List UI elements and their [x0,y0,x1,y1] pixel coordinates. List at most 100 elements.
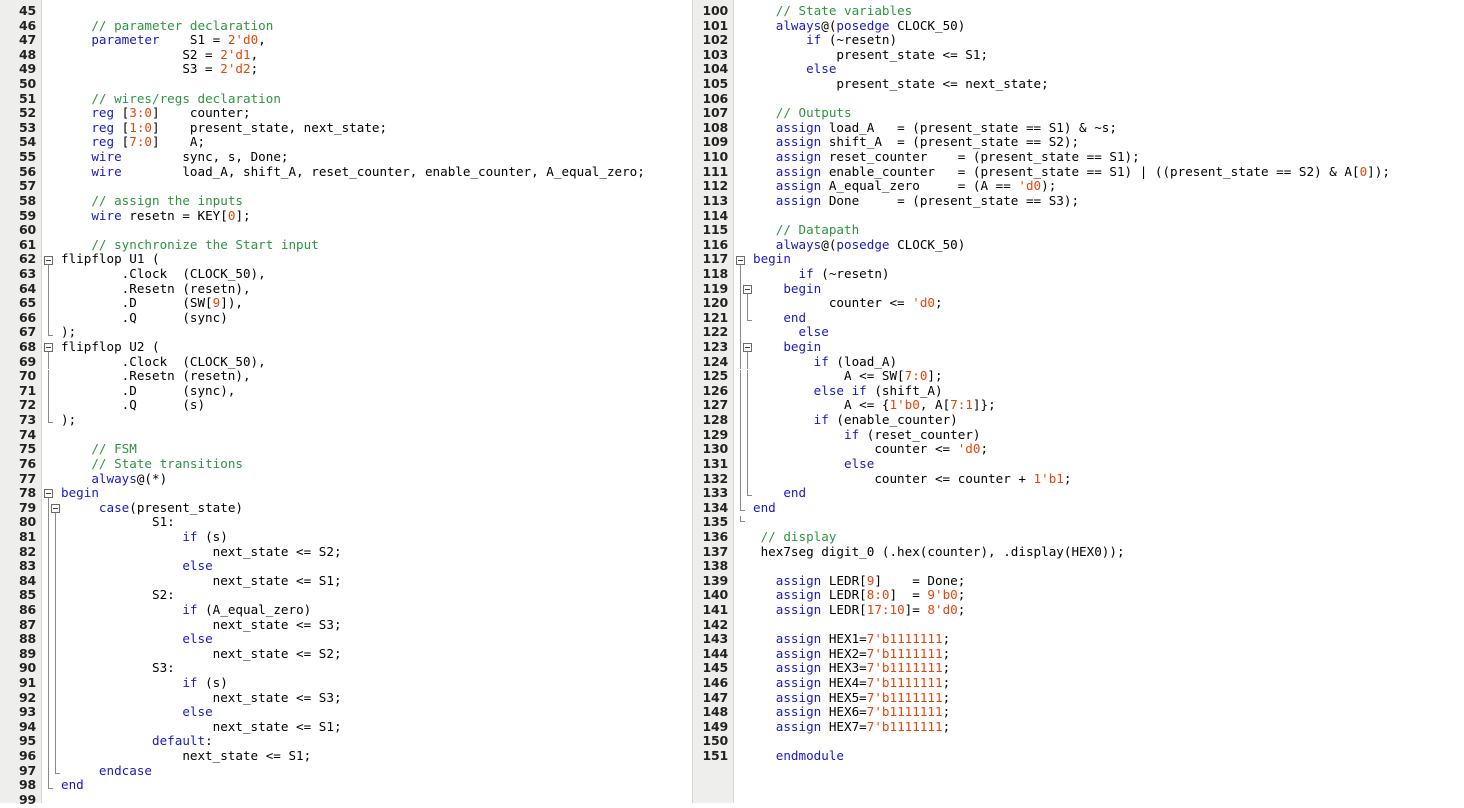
code-line[interactable]: counter <= 'd0; [751,442,1464,457]
code-line[interactable] [751,559,1464,574]
code-line[interactable]: S1: [59,515,692,530]
code-line[interactable]: assign LEDR[8:0] = 9'b0; [751,588,1464,603]
code-line[interactable]: if (A_equal_zero) [59,603,692,618]
code-line[interactable]: if (s) [59,530,692,545]
code-line[interactable]: else [751,325,1464,340]
code-column-right[interactable]: 1001011021031041051061071081091101111121… [692,0,1464,803]
code-line[interactable]: else [59,632,692,647]
fold-margin-left[interactable] [42,0,59,803]
code-line[interactable]: .Clock (CLOCK_50), [59,267,692,282]
code-line[interactable]: next_state <= S1; [59,720,692,735]
code-line[interactable] [751,515,1464,530]
code-line[interactable]: hex7seg digit_0 (.hex(counter), .display… [751,545,1464,560]
fold-margin-right[interactable] [734,0,751,803]
code-line[interactable]: assign load_A = (present_state == S1) & … [751,121,1464,136]
code-line[interactable]: next_state <= S3; [59,691,692,706]
code-line[interactable]: ); [59,413,692,428]
code-line[interactable]: next_state <= S1; [59,749,692,764]
code-line[interactable]: if (~resetn) [751,267,1464,282]
code-line[interactable]: assign enable_counter = (present_state =… [751,165,1464,180]
code-line[interactable]: if (~resetn) [751,33,1464,48]
code-line[interactable]: counter <= counter + 1'b1; [751,472,1464,487]
code-line[interactable]: assign HEX2=7'b1111111; [751,647,1464,662]
code-line[interactable] [59,793,692,808]
code-line[interactable]: endcase [59,764,692,779]
code-line[interactable]: reg [1:0] present_state, next_state; [59,121,692,136]
code-line[interactable]: // assign the inputs [59,194,692,209]
code-line[interactable]: always@(*) [59,472,692,487]
code-line[interactable]: if (reset_counter) [751,428,1464,443]
code-line[interactable]: flipflop U1 ( [59,252,692,267]
code-line[interactable]: next_state <= S3; [59,618,692,633]
code-line[interactable]: default: [59,734,692,749]
code-line[interactable]: always@(posedge CLOCK_50) [751,238,1464,253]
fold-toggle-icon[interactable] [743,285,752,294]
code-line[interactable]: .Resetn (resetn), [59,369,692,384]
code-line[interactable]: if (s) [59,676,692,691]
code-line[interactable]: assign HEX5=7'b1111111; [751,691,1464,706]
code-line[interactable]: // FSM [59,442,692,457]
code-line[interactable]: .Resetn (resetn), [59,282,692,297]
fold-toggle-icon[interactable] [51,504,60,513]
code-line[interactable]: .Clock (CLOCK_50), [59,355,692,370]
code-line[interactable]: assign HEX1=7'b1111111; [751,632,1464,647]
fold-toggle-icon[interactable] [44,489,53,498]
code-line[interactable]: next_state <= S1; [59,574,692,589]
code-line[interactable]: parameter S1 = 2'd0, [59,33,692,48]
code-line[interactable] [751,734,1464,749]
code-line[interactable]: // State variables [751,4,1464,19]
code-line[interactable]: wire resetn = KEY[0]; [59,209,692,224]
code-line[interactable] [751,618,1464,633]
code-line[interactable]: assign HEX4=7'b1111111; [751,676,1464,691]
code-line[interactable]: else [59,559,692,574]
code-line[interactable]: .D (SW[9]), [59,296,692,311]
code-column-left[interactable]: 4546474849505152535455565758596061626364… [0,0,692,803]
code-line[interactable]: S3 = 2'd2; [59,62,692,77]
code-line[interactable]: assign HEX3=7'b1111111; [751,661,1464,676]
code-editor[interactable]: 4546474849505152535455565758596061626364… [0,0,1464,803]
code-line[interactable]: // Outputs [751,106,1464,121]
code-line[interactable]: assign LEDR[9] = Done; [751,574,1464,589]
code-line[interactable]: ); [59,325,692,340]
code-line[interactable]: case(present_state) [59,501,692,516]
code-line[interactable]: present_state <= next_state; [751,77,1464,92]
code-line[interactable]: counter <= 'd0; [751,296,1464,311]
code-line[interactable]: reg [7:0] A; [59,135,692,150]
code-line[interactable] [59,179,692,194]
code-line[interactable]: else [59,705,692,720]
code-line[interactable]: end [751,486,1464,501]
code-text-left[interactable]: // parameter declaration parameter S1 = … [59,0,692,803]
code-line[interactable] [59,223,692,238]
code-line[interactable]: // Datapath [751,223,1464,238]
code-line[interactable]: if (enable_counter) [751,413,1464,428]
code-line[interactable]: else [751,457,1464,472]
code-line[interactable]: reg [3:0] counter; [59,106,692,121]
code-line[interactable]: next_state <= S2; [59,545,692,560]
code-line[interactable]: assign Done = (present_state == S3); [751,194,1464,209]
code-line[interactable]: // parameter declaration [59,19,692,34]
code-line[interactable]: assign HEX7=7'b1111111; [751,720,1464,735]
fold-toggle-icon[interactable] [44,256,53,265]
code-line[interactable]: flipflop U2 ( [59,340,692,355]
code-line[interactable]: assign reset_counter = (present_state ==… [751,150,1464,165]
code-line[interactable]: .D (sync), [59,384,692,399]
code-line[interactable]: if (load_A) [751,355,1464,370]
code-line[interactable]: .Q (s) [59,398,692,413]
code-line[interactable] [751,209,1464,224]
code-line[interactable]: end [751,501,1464,516]
fold-toggle-icon[interactable] [743,343,752,352]
code-line[interactable]: S2: [59,588,692,603]
fold-toggle-icon[interactable] [736,256,745,265]
code-line[interactable]: begin [751,282,1464,297]
code-line[interactable]: always@(posedge CLOCK_50) [751,19,1464,34]
code-line[interactable]: A <= {1'b0, A[7:1]}; [751,398,1464,413]
code-line[interactable]: .Q (sync) [59,311,692,326]
code-line[interactable]: begin [751,252,1464,267]
code-line[interactable] [59,4,692,19]
code-line[interactable]: A <= SW[7:0]; [751,369,1464,384]
code-line[interactable]: assign HEX6=7'b1111111; [751,705,1464,720]
code-line[interactable]: else [751,62,1464,77]
code-line[interactable]: else if (shift_A) [751,384,1464,399]
code-line[interactable]: endmodule [751,749,1464,764]
code-line[interactable]: assign shift_A = (present_state == S2); [751,135,1464,150]
